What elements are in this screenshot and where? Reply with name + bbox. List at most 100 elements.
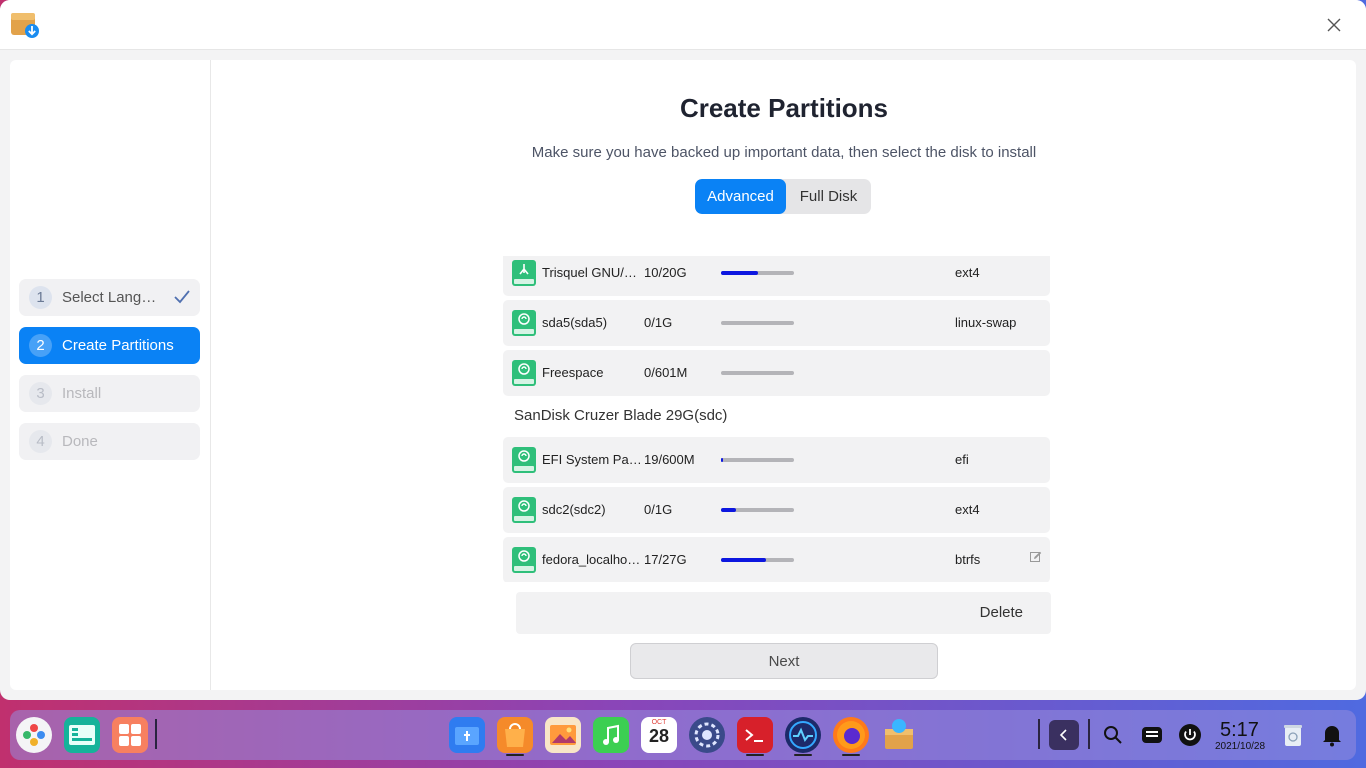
power-icon	[1179, 724, 1201, 746]
usage-bar	[721, 371, 794, 375]
partition-row[interactable]: fedora_localho… 17/27G btrfs	[503, 537, 1050, 582]
steps-sidebar: 1 Select Langu… 2 Create Partitions 3 In…	[10, 60, 211, 690]
system-monitor-icon[interactable]	[785, 717, 821, 753]
usage-bar-fill	[721, 458, 724, 462]
notification-button[interactable]	[1317, 720, 1347, 750]
partition-name: Trisquel GNU/L…	[542, 265, 642, 280]
partition-row[interactable]: sda5(sda5) 0/1G linux-swap	[503, 300, 1050, 346]
disk-icon	[512, 310, 536, 336]
search-button[interactable]	[1098, 720, 1128, 750]
disk-icon	[512, 447, 536, 473]
trash-icon	[1284, 725, 1302, 746]
usage-bar	[721, 558, 794, 562]
partition-row[interactable]: EFI System Par… 19/600M efi	[503, 437, 1050, 483]
calendar-icon[interactable]: OCT 28	[641, 717, 677, 753]
running-indicator	[506, 754, 524, 756]
multitasking-icon[interactable]	[64, 717, 100, 753]
installer-window: 1 Select Langu… 2 Create Partitions 3 In…	[0, 0, 1366, 700]
usage-bar-fill	[721, 271, 758, 275]
partition-row[interactable]: Freespace 0/601M	[503, 350, 1050, 396]
partition-size: 17/27G	[644, 552, 687, 567]
close-icon	[1327, 18, 1341, 32]
step-number: 4	[29, 430, 52, 453]
partition-size: 10/20G	[644, 265, 687, 280]
usage-bar	[721, 458, 794, 462]
partition-row[interactable]: Trisquel GNU/L… 10/20G ext4	[503, 256, 1050, 296]
partition-name: sda5(sda5)	[542, 315, 608, 330]
delete-button[interactable]: Delete	[980, 604, 1023, 621]
file-manager-icon[interactable]	[449, 717, 485, 753]
music-icon[interactable]	[593, 717, 629, 753]
dock-divider	[1088, 719, 1090, 749]
deepin-store-icon[interactable]	[497, 717, 533, 753]
bell-icon	[1323, 726, 1341, 747]
launcher-icon[interactable]	[16, 717, 52, 753]
disk-icon	[512, 547, 536, 573]
dock-divider	[1038, 719, 1040, 749]
chevron-left-icon	[1059, 729, 1067, 741]
step-number: 3	[29, 382, 52, 405]
partition-actions-bar: Delete	[516, 592, 1051, 634]
clock-date[interactable]: 2021/10/28	[1215, 741, 1265, 752]
running-indicator	[746, 754, 764, 756]
partition-size: 0/1G	[644, 315, 673, 330]
step-label: Create Partitions	[62, 337, 174, 354]
partition-name: Freespace	[542, 365, 604, 380]
collapse-tray-button[interactable]	[1049, 720, 1079, 750]
disk-label: SanDisk Cruzer Blade 29G(sdc)	[514, 407, 728, 424]
main-panel: Create Partitions Make sure you have bac…	[212, 60, 1356, 690]
step-label: Done	[62, 433, 98, 450]
step-select-language[interactable]: 1 Select Langu…	[19, 279, 200, 316]
edit-icon[interactable]	[1030, 551, 1042, 563]
partition-row[interactable]: sdc2(sdc2) 0/1G ext4	[503, 487, 1050, 533]
usage-bar	[721, 508, 794, 512]
keyboard-icon	[1142, 727, 1162, 743]
calendar-day: 28	[648, 726, 670, 746]
tab-full-disk[interactable]: Full Disk	[786, 179, 871, 214]
settings-icon[interactable]	[689, 717, 725, 753]
checkmark-icon	[174, 290, 190, 304]
page-title: Create Partitions	[679, 93, 889, 123]
keyboard-button[interactable]	[1137, 720, 1167, 750]
calendar-month: OCT	[651, 719, 667, 726]
partition-list: Trisquel GNU/L… 10/20G ext4 sda5(sda5) 0…	[503, 256, 1051, 582]
clock-time[interactable]: 5:17	[1220, 719, 1259, 742]
usage-bar-fill	[721, 558, 767, 562]
disk-icon	[512, 360, 536, 386]
partition-name: sdc2(sdc2)	[542, 502, 606, 517]
trash-button[interactable]	[1278, 720, 1308, 750]
app-store-icon[interactable]	[112, 717, 148, 753]
partition-filesystem: linux-swap	[955, 315, 1017, 330]
step-install: 3 Install	[19, 375, 200, 412]
dock-divider	[155, 719, 157, 749]
trisquel-disk-icon	[512, 260, 536, 286]
running-indicator	[842, 754, 860, 756]
step-label: Select Langu…	[62, 289, 164, 306]
partition-size: 0/1G	[644, 502, 673, 517]
image-viewer-icon[interactable]	[545, 717, 581, 753]
partition-name: fedora_localho…	[542, 552, 641, 567]
next-button[interactable]: Next	[630, 643, 938, 679]
firefox-icon[interactable]	[833, 717, 869, 753]
step-done: 4 Done	[19, 423, 200, 460]
terminal-icon[interactable]	[737, 717, 773, 753]
partition-name: EFI System Par…	[542, 452, 642, 467]
step-number: 1	[29, 286, 52, 309]
usage-bar	[721, 271, 794, 275]
search-icon	[1104, 726, 1122, 744]
installer-icon[interactable]	[881, 717, 917, 753]
title-bar	[0, 0, 1366, 50]
close-button[interactable]	[1322, 13, 1346, 37]
power-button[interactable]	[1175, 720, 1205, 750]
partition-filesystem: btrfs	[955, 552, 981, 567]
tab-advanced[interactable]: Advanced	[695, 179, 786, 214]
partition-filesystem: efi	[955, 452, 969, 467]
step-create-partitions[interactable]: 2 Create Partitions	[19, 327, 200, 364]
partition-filesystem: ext4	[955, 265, 980, 280]
usage-bar-fill	[721, 508, 736, 512]
page-subtitle: Make sure you have backed up important d…	[531, 144, 1037, 161]
disk-icon	[512, 497, 536, 523]
running-indicator	[794, 754, 812, 756]
installer-app-icon	[10, 10, 40, 40]
step-number: 2	[29, 334, 52, 357]
